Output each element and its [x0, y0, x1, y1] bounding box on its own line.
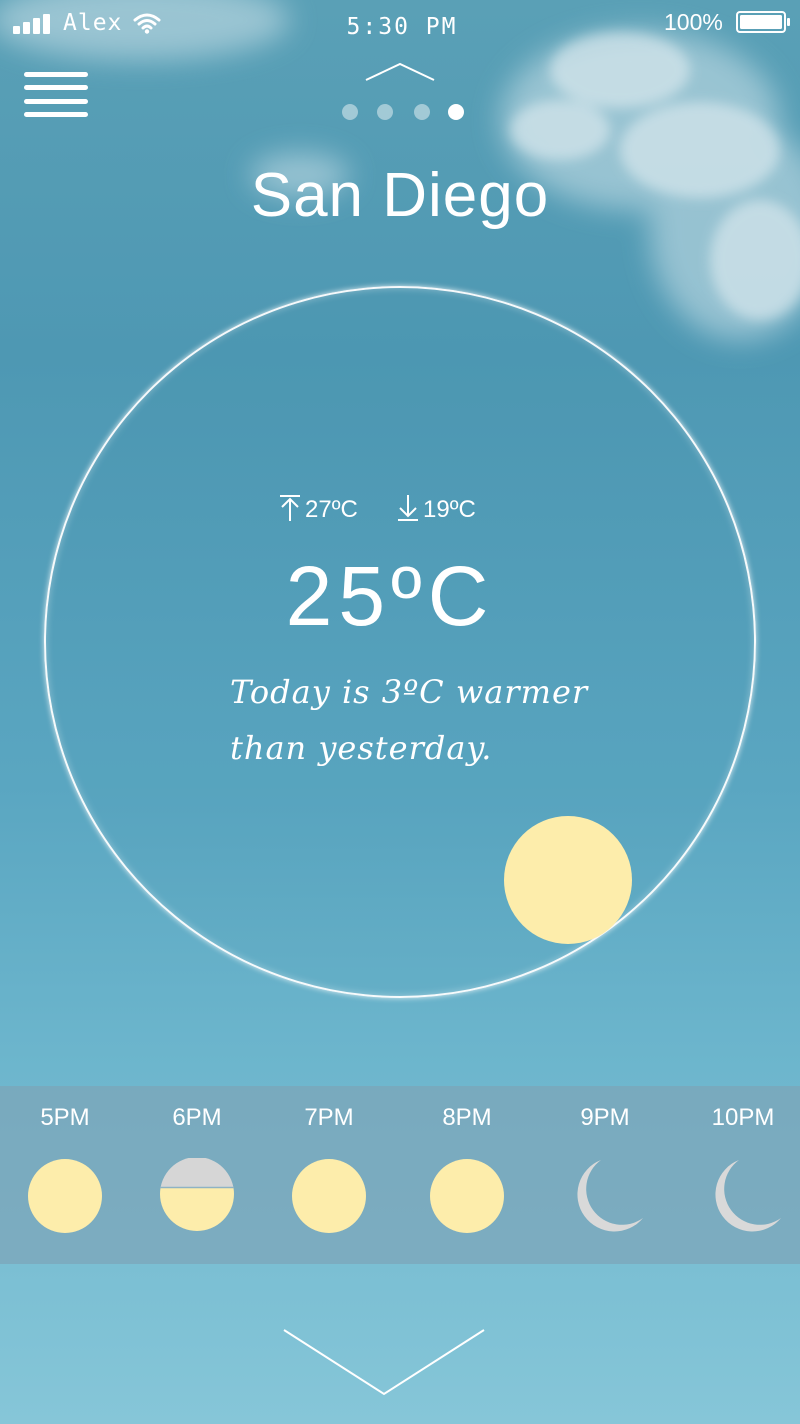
hour-label: 8PM: [442, 1104, 492, 1131]
arrow-up-to-bar-icon: [280, 495, 300, 521]
signal-bars-icon: [13, 12, 53, 34]
sun-icon: [28, 1159, 102, 1233]
arrow-down-to-bar-icon: [398, 495, 418, 521]
chevron-up-icon[interactable]: [364, 62, 436, 82]
sun-icon: [504, 816, 632, 944]
hour-label: 5PM: [40, 1104, 90, 1131]
hour-label: 6PM: [172, 1104, 222, 1131]
sun-icon: [292, 1159, 366, 1233]
wifi-icon: [133, 13, 161, 34]
current-temperature: 25ºC: [285, 549, 495, 643]
page-indicator[interactable]: [340, 104, 468, 122]
chevron-down-icon[interactable]: [282, 1328, 486, 1398]
page-dot-active[interactable]: [448, 104, 464, 120]
hourly-forecast[interactable]: 5PM 6PM 7PM 8PM 9PM 10PM: [0, 1086, 800, 1264]
status-bar: Alex 5:30 PM 100%: [0, 0, 800, 48]
sun-icon: [430, 1159, 504, 1233]
moon-icon: [577, 1160, 643, 1232]
status-clock: 5:30 PM: [346, 14, 458, 40]
hourly-item[interactable]: 9PM: [550, 1086, 660, 1264]
carrier-name: Alex: [63, 10, 123, 36]
hourly-item[interactable]: 7PM: [274, 1086, 384, 1264]
page-dot[interactable]: [377, 104, 393, 120]
hourly-item[interactable]: 5PM: [10, 1086, 120, 1264]
partly-cloudy-sun-icon: [160, 1158, 234, 1231]
hourly-item[interactable]: 10PM: [688, 1086, 798, 1264]
low-temperature-value: 19ºC: [423, 496, 476, 523]
hourly-item[interactable]: 8PM: [412, 1086, 522, 1264]
page-dot[interactable]: [342, 104, 358, 120]
page-dot[interactable]: [414, 104, 430, 120]
battery-percentage: 100%: [664, 9, 723, 35]
battery-icon: [736, 11, 790, 33]
moon-icon: [715, 1160, 781, 1232]
hour-label: 9PM: [580, 1104, 630, 1131]
city-name: San Diego: [250, 161, 550, 230]
comparison-line-1: Today is 3ºC warmer: [230, 673, 589, 711]
hourly-item[interactable]: 6PM: [142, 1086, 252, 1264]
hour-label: 7PM: [304, 1104, 354, 1131]
hour-label: 10PM: [711, 1104, 775, 1131]
temperature-comparison: Today is 3ºC warmer than yesterday.: [230, 664, 630, 776]
high-temperature-value: 27ºC: [305, 496, 358, 523]
hamburger-menu-icon[interactable]: [24, 72, 88, 118]
comparison-line-2: than yesterday.: [230, 729, 493, 767]
